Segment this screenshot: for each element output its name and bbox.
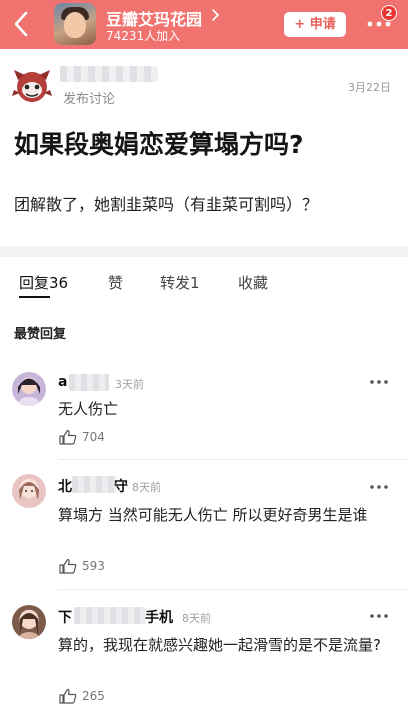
comment-time: 8天前 [182,612,211,625]
section-divider [0,246,408,257]
more-options-icon[interactable] [370,614,388,618]
comment-text: 算塌方 当然可能无人伤亡 所以更好奇男生是谁 [58,506,368,524]
post-date: 3月22日 [348,81,391,94]
back-arrow-icon[interactable] [8,9,36,39]
author-avatar[interactable] [12,66,52,106]
more-options-icon[interactable] [367,21,391,27]
commenter-name-suffix: 守 [114,479,128,495]
thumbs-up-icon[interactable] [59,558,77,574]
commenter-avatar[interactable] [12,605,46,639]
like-count: 265 [82,689,105,703]
tab-likes[interactable]: 赞 [108,272,123,293]
comment-divider [58,459,408,460]
group-member-count: 74231人加入 [106,29,181,43]
apply-join-button[interactable]: + 申请 [284,12,346,37]
commenter-avatar[interactable] [12,474,46,508]
like-count: 593 [82,559,105,573]
active-tab-indicator [19,296,50,298]
post-action-label: 发布讨论 [63,92,116,107]
thumbs-up-icon[interactable] [59,688,77,704]
commenter-name-redacted [69,374,109,391]
comment-text: 无人伤亡 [58,400,119,418]
commenter-name-redacted [72,476,116,493]
commenter-name[interactable]: a [58,374,67,390]
commenter-name[interactable]: 北 [58,476,72,496]
comment-time: 8天前 [132,481,161,494]
like-count: 704 [82,430,105,444]
more-options-icon[interactable] [370,380,388,384]
post-body: 团解散了，她割韭菜吗（有韭菜可割吗）？ [14,195,319,214]
author-name-redacted [60,66,158,82]
tab-replies[interactable]: 回复36 [19,272,68,293]
tab-favorites[interactable]: 收藏 [238,272,268,293]
tab-reposts[interactable]: 转发1 [160,272,200,293]
commenter-name[interactable]: 下 [58,607,72,627]
comment-text: 算的，我现在就感兴趣她一起滑雪的是不是流量? [58,636,381,654]
comment-time: 3天前 [115,378,144,391]
group-header: 豆瓣艾玛花园 74231人加入 + 申请 2 [0,0,408,49]
chevron-right-icon[interactable] [211,8,221,22]
commenter-name-redacted [74,607,146,624]
more-options-icon[interactable] [370,485,388,489]
thumbs-up-icon[interactable] [59,429,77,445]
top-replies-heading: 最赞回复 [14,327,67,342]
commenter-name-suffix: 手机 [145,610,173,626]
post-title: 如果段奥娟恋爱算塌方吗? [14,130,304,159]
group-avatar[interactable] [54,3,96,45]
notification-badge: 2 [381,5,397,21]
commenter-avatar[interactable] [12,372,46,406]
comment-divider [58,589,408,590]
